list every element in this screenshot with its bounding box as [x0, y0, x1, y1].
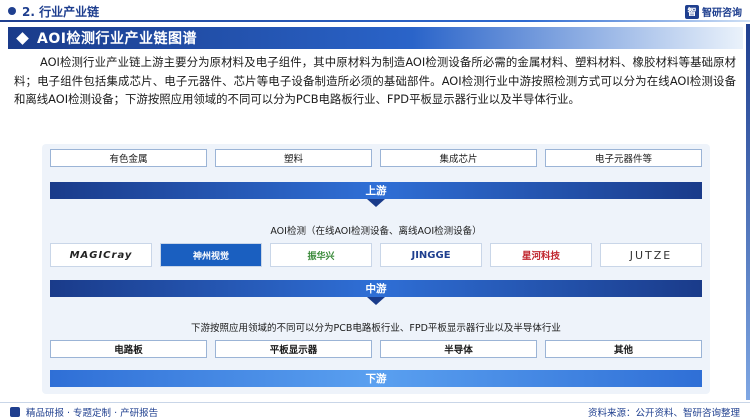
upstream-item: 集成芯片	[380, 149, 537, 167]
section-dot-icon	[8, 7, 16, 15]
company-logo-jutze: JUTZE	[600, 243, 702, 267]
company-logo-zhenhuaxing: 振华兴	[270, 243, 372, 267]
downstream-subtitle: 下游按照应用领域的不同可以分为PCB电路板行业、FPD平板显示器行业以及半导体行…	[191, 323, 561, 334]
midstream-subtitle: AOI检测（在线AOI检测设备、离线AOI检测设备）	[270, 226, 482, 237]
brand-logo: 智 智研咨询	[685, 4, 742, 19]
down-arrow-icon	[367, 199, 385, 207]
downstream-row: 电路板 平板显示器 半导体 其他	[50, 340, 702, 358]
company-logo-magicray: MAGICray	[50, 243, 152, 267]
company-logo-jingge: JINGGE	[380, 243, 482, 267]
brand-name: 智研咨询	[702, 8, 742, 19]
upstream-item: 有色金属	[50, 149, 207, 167]
downstream-item: 其他	[545, 340, 702, 358]
footer-divider	[0, 402, 750, 403]
industry-chain-diagram: 有色金属 塑料 集成芯片 电子元器件等 上游 AOI检测（在线AOI检测设备、离…	[42, 144, 710, 394]
section-title: 2. 行业产业链	[22, 4, 100, 19]
downstream-item: 半导体	[380, 340, 537, 358]
title-banner: AOI检测行业产业链图谱	[8, 27, 743, 49]
intro-paragraph: AOI检测行业产业链上游主要分为原材料及电子组件，其中原材料为制造AOI检测设备…	[14, 55, 736, 106]
company-logo-xinghe: 星河科技	[490, 243, 592, 267]
midstream-logos: MAGICray 神州视觉 振华兴 JINGGE 星河科技 JUTZE	[50, 243, 702, 267]
footer: 精品研报 · 专题定制 · 产研报告 资料来源：公开资料、智研咨询整理	[0, 404, 750, 420]
top-bar: 2. 行业产业链 智 智研咨询	[0, 0, 750, 22]
footer-source: 资料来源：公开资料、智研咨询整理	[587, 408, 740, 419]
brand-mark-icon: 智	[685, 4, 699, 19]
header-underline	[0, 20, 750, 22]
upstream-band: 上游	[50, 182, 702, 199]
midstream-band: 中游	[50, 280, 702, 297]
page-title: AOI检测行业产业链图谱	[37, 31, 197, 47]
footer-brand-icon	[10, 407, 20, 417]
downstream-band: 下游	[50, 370, 702, 387]
downstream-item: 电路板	[50, 340, 207, 358]
down-arrow-icon	[367, 297, 385, 305]
company-logo-shenzhou: 神州视觉	[160, 243, 262, 267]
upstream-row: 有色金属 塑料 集成芯片 电子元器件等	[50, 149, 702, 167]
diamond-icon	[16, 31, 29, 45]
upstream-item: 塑料	[215, 149, 372, 167]
upstream-item: 电子元器件等	[545, 149, 702, 167]
side-stripe	[746, 24, 750, 400]
downstream-item: 平板显示器	[215, 340, 372, 358]
footer-tagline: 精品研报 · 专题定制 · 产研报告	[26, 408, 159, 419]
